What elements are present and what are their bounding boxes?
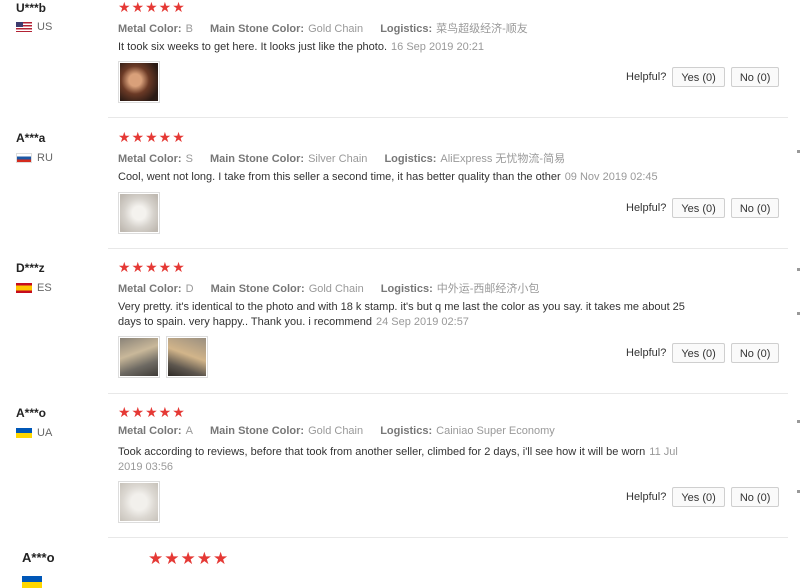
attr-key: Logistics: — [380, 425, 433, 437]
helpful-label: Helpful? — [626, 202, 667, 214]
star-rating: ★★★★★ — [118, 259, 186, 275]
logistics-value: AliExpress 无忧物流-简易 — [440, 153, 566, 165]
us-flag-icon — [16, 22, 32, 32]
helpful-vote: Helpful? Yes (0) No (0) — [626, 487, 780, 507]
reviewer-name: A***o — [16, 406, 47, 420]
review-date: 09 Nov 2019 02:45 — [564, 171, 658, 183]
review-photo-thumbnail[interactable] — [118, 192, 160, 234]
attr-key: Main Stone Color: — [210, 283, 305, 295]
review-photos — [118, 481, 160, 523]
helpful-vote: Helpful? Yes (0) No (0) — [626, 67, 780, 87]
review-attributes: Metal Color: B Main Stone Color: Gold Chai… — [118, 20, 542, 36]
review-divider — [108, 537, 788, 538]
review-photos — [118, 61, 160, 103]
review-photos — [118, 336, 208, 378]
review-photo-thumbnail[interactable] — [118, 336, 160, 378]
helpful-vote: Helpful? Yes (0) No (0) — [626, 198, 780, 218]
helpful-yes-button[interactable]: Yes (0) — [672, 198, 725, 218]
review-text: Took according to reviews, before that t… — [118, 446, 646, 458]
ua-flag-icon — [16, 428, 32, 438]
stone-color-value: Gold Chain — [308, 23, 364, 35]
review-text: Cool, went not long. I take from this se… — [118, 171, 561, 183]
reviewer-country: US — [16, 21, 52, 33]
helpful-no-button[interactable]: No (0) — [730, 487, 780, 507]
logistics-value: 中外运-西邮经济小包 — [436, 283, 540, 295]
attr-key: Main Stone Color: — [209, 425, 305, 437]
review-attributes: Metal Color: S Main Stone Color: Silver Ch… — [118, 150, 579, 166]
review-attributes: Metal Color: A Main Stone Color: Gold Chai… — [118, 425, 569, 437]
reviewer-country — [22, 576, 47, 588]
helpful-no-button[interactable]: No (0) — [730, 343, 780, 363]
attr-key: Metal Color: — [118, 153, 182, 165]
metal-color-value: S — [185, 153, 193, 165]
stone-color-value: Gold Chain — [308, 425, 364, 437]
helpful-no-button[interactable]: No (0) — [730, 67, 780, 87]
reviewer-country: ES — [16, 282, 52, 294]
attr-key: Logistics: — [384, 153, 437, 165]
review-divider — [108, 117, 788, 118]
attr-key: Metal Color: — [118, 23, 182, 35]
attr-key: Metal Color: — [118, 425, 182, 437]
review-attributes: Metal Color: D Main Stone Color: Gold Chai… — [118, 280, 553, 296]
country-code: US — [37, 21, 53, 33]
country-code: RU — [37, 152, 53, 164]
star-rating: ★★★★★ — [118, 129, 186, 145]
review-photos — [118, 192, 160, 234]
helpful-no-button[interactable]: No (0) — [730, 198, 780, 218]
metal-color-value: A — [185, 425, 193, 437]
star-rating: ★★★★★ — [148, 549, 230, 568]
ua-flag-icon — [22, 576, 42, 588]
attr-key: Logistics: — [380, 283, 433, 295]
ru-flag-icon — [16, 153, 32, 163]
helpful-label: Helpful? — [626, 347, 667, 359]
logistics-value: 菜鸟超级经济-顺友 — [436, 23, 528, 35]
review-text: It took six weeks to get here. It looks … — [118, 41, 388, 53]
review-text-block: It took six weeks to get here. It looks … — [118, 40, 708, 55]
review-text-block: Took according to reviews, before that t… — [118, 445, 698, 475]
helpful-yes-button[interactable]: Yes (0) — [672, 343, 725, 363]
review-photo-thumbnail[interactable] — [166, 336, 208, 378]
es-flag-icon — [16, 283, 32, 293]
logistics-value: Cainiao Super Economy — [436, 425, 555, 437]
review-text-block: Very pretty. it's identical to the photo… — [118, 300, 708, 330]
country-code: UA — [37, 427, 53, 439]
review-date: 16 Sep 2019 20:21 — [391, 41, 485, 53]
review-photo-thumbnail[interactable] — [118, 481, 160, 523]
review-photo-thumbnail[interactable] — [118, 61, 160, 103]
reviewer-name: A***o — [22, 550, 55, 565]
reviewer-name: D***z — [16, 261, 45, 275]
metal-color-value: B — [185, 23, 193, 35]
stone-color-value: Silver Chain — [308, 153, 368, 165]
review-date: 24 Sep 2019 02:57 — [375, 316, 469, 328]
metal-color-value: D — [185, 283, 194, 295]
reviewer-name: A***a — [16, 131, 46, 145]
attr-key: Main Stone Color: — [209, 153, 305, 165]
star-rating: ★★★★★ — [118, 404, 186, 420]
helpful-yes-button[interactable]: Yes (0) — [672, 67, 725, 87]
review-divider — [108, 248, 788, 249]
stone-color-value: Gold Chain — [308, 283, 364, 295]
star-rating: ★★★★★ — [118, 0, 186, 15]
attr-key: Metal Color: — [118, 283, 182, 295]
helpful-label: Helpful? — [626, 71, 667, 83]
helpful-vote: Helpful? Yes (0) No (0) — [626, 343, 780, 363]
review-divider — [108, 393, 788, 394]
reviewer-country: RU — [16, 152, 53, 164]
review-text-block: Cool, went not long. I take from this se… — [118, 170, 708, 185]
reviewer-name: U***b — [16, 1, 47, 15]
attr-key: Main Stone Color: — [209, 23, 305, 35]
country-code: ES — [37, 282, 52, 294]
reviewer-country: UA — [16, 427, 52, 439]
attr-key: Logistics: — [380, 23, 433, 35]
helpful-label: Helpful? — [626, 491, 667, 503]
helpful-yes-button[interactable]: Yes (0) — [672, 487, 725, 507]
